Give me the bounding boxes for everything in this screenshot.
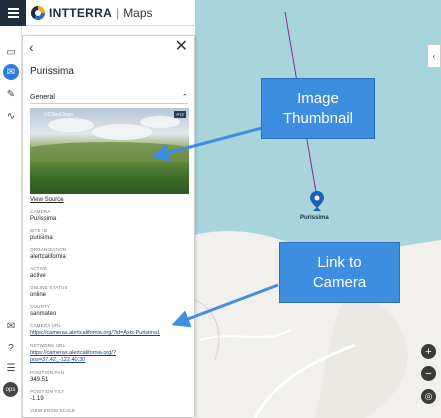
ops-button[interactable]: ops	[3, 382, 18, 397]
network-url-line2: pos=37.42_-122.40.30	[30, 357, 86, 363]
mail-icon[interactable]: ✉	[3, 64, 19, 80]
chevron-up-icon[interactable]: ⌃	[182, 93, 188, 101]
field-label: CAMERA	[30, 209, 51, 214]
detail-field: ONLINE STATUS online	[30, 285, 194, 298]
cloud-shape	[48, 118, 94, 132]
field-value: alertcalifornia	[30, 254, 66, 260]
detail-field: COUNTY sanmateo	[30, 304, 194, 317]
product-name: Maps	[123, 5, 153, 20]
position-pan-field: POSITION PAN 349.51	[30, 370, 194, 383]
camera-url-link[interactable]: https://cameras.alertcalifornia.org/?id=…	[30, 330, 194, 337]
camera-url-field: CAMERA URL https://cameras.alertcaliforn…	[30, 323, 194, 337]
collapse-panel-tab[interactable]: ‹	[427, 44, 441, 68]
view-source-link[interactable]: View Source	[30, 197, 194, 203]
panel-title: Purissima	[30, 66, 74, 77]
hamburger-menu-icon[interactable]	[0, 0, 26, 26]
zoom-out-button[interactable]: −	[421, 366, 436, 381]
locate-icon[interactable]: ◎	[421, 389, 436, 404]
callout-image-thumbnail: Image Thumbnail	[261, 78, 375, 139]
help-icon[interactable]: ?	[3, 340, 19, 356]
list-icon[interactable]: ☰	[3, 360, 19, 376]
detail-field: SITE ID purisima	[30, 228, 194, 241]
field-label: VIEW ZOOM SCALE	[30, 408, 76, 413]
field-list: CAMERA Purissima SITE ID purisima ORGANIZATI…	[23, 209, 194, 317]
marker-label: Purissima	[300, 215, 329, 221]
top-bar: INTTERRA | Maps	[0, 0, 195, 26]
detail-field: CAMERA Purissima	[30, 209, 194, 222]
field-value: active	[30, 273, 46, 279]
pencil-icon[interactable]: ✎	[3, 86, 19, 102]
field-value: Purissima	[30, 216, 57, 222]
field-label: NETWORK URL	[30, 343, 66, 348]
thumbnail-source-label: UCSanDiego	[44, 112, 74, 118]
intterra-logo-icon	[31, 5, 45, 20]
detail-field: ORGANIZATION alertcalifornia	[30, 247, 194, 260]
cloud-shape	[92, 124, 152, 140]
pin-icon	[310, 191, 324, 211]
field-label: COUNTY	[30, 304, 51, 309]
callout-line: Camera	[312, 273, 367, 291]
close-icon[interactable]: ✕	[175, 39, 188, 55]
network-url-line1: https://cameras.alertcalifornia.org/?	[30, 350, 116, 356]
field-label: ORGANIZATION	[30, 247, 67, 252]
field-value: sanmateo	[30, 311, 57, 317]
message-icon[interactable]: ✉	[3, 318, 19, 334]
network-url-field: NETWORK URL https://cameras.alertcalifor…	[30, 343, 194, 364]
map-canvas[interactable]: Purissima	[195, 0, 441, 418]
field-value: 349.51	[30, 377, 49, 383]
callout-link-to-camera: Link to Camera	[279, 242, 400, 303]
thumbnail-badge: PTZ	[174, 111, 186, 118]
field-label: SITE ID	[30, 228, 48, 233]
field-value: -1.19	[30, 396, 44, 402]
zoom-in-button[interactable]: +	[421, 344, 436, 359]
back-icon[interactable]: ‹	[29, 40, 34, 54]
left-rail: ▭ ✉ ✎ ∿ ✉ ? ☰ ops	[0, 26, 22, 418]
chat-icon[interactable]: ▭	[3, 44, 19, 60]
field-label: CAMERA URL	[30, 323, 62, 328]
network-url-link[interactable]: https://cameras.alertcalifornia.org/? po…	[30, 350, 194, 364]
detail-panel: ‹ ✕ Purissima General ⌃ UCSanDiego PTZ V…	[22, 35, 195, 418]
callout-line: Link to	[317, 253, 362, 271]
chart-icon[interactable]: ∿	[3, 108, 19, 124]
view-zoom-scale-field: VIEW ZOOM SCALE	[30, 408, 194, 413]
field-label: POSITION TILT	[30, 389, 65, 394]
field-label: ACTIVE	[30, 266, 48, 271]
callout-line: Thumbnail	[282, 109, 354, 127]
ridge-shape	[30, 142, 189, 162]
field-label: POSITION PAN	[30, 370, 65, 375]
field-value: purisima	[30, 235, 53, 241]
brand-name: INTTERRA	[49, 5, 113, 20]
panel-header: ‹ ✕	[23, 36, 194, 58]
brand-separator: |	[116, 5, 120, 20]
field-label: ONLINE STATUS	[30, 285, 68, 290]
field-value: online	[30, 292, 47, 298]
section-title: General	[30, 93, 55, 101]
image-thumbnail[interactable]: UCSanDiego PTZ	[30, 108, 189, 194]
section-general-header[interactable]: General ⌃	[30, 93, 188, 104]
callout-line: Image	[297, 89, 339, 107]
detail-field: ACTIVE active	[30, 266, 194, 279]
position-tilt-field: POSITION TILT -1.19	[30, 389, 194, 402]
